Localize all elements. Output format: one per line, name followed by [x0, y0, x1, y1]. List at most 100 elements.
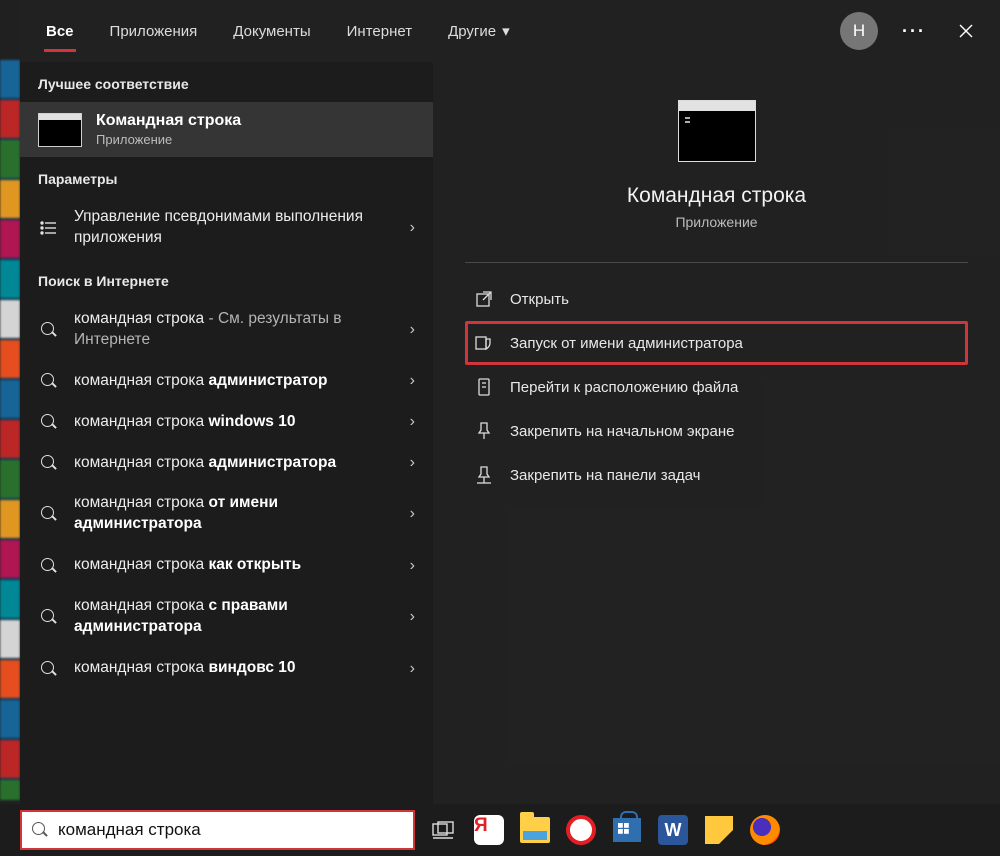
avatar-initial: Н — [853, 21, 865, 41]
taskbar-search[interactable] — [20, 810, 415, 850]
suggestion-plain: командная строка — [74, 310, 204, 327]
tab-internet[interactable]: Интернет — [329, 0, 430, 62]
suggestion-bold: windows 10 — [208, 413, 295, 430]
firefox-icon — [750, 815, 780, 845]
chevron-right-icon: › — [406, 660, 419, 678]
search-icon — [38, 558, 60, 574]
user-avatar[interactable]: Н — [840, 12, 878, 50]
suggestion-bold: администратора — [208, 454, 336, 471]
cmd-icon-large — [678, 100, 756, 162]
close-icon — [958, 23, 974, 39]
chevron-right-icon: › — [406, 608, 419, 626]
best-match-item[interactable]: Командная строка Приложение — [20, 102, 433, 157]
taskbar-app-yandex-browser[interactable] — [563, 812, 599, 848]
web-suggestion-text: командная строка - См. результаты в Инте… — [74, 309, 392, 351]
preview-subtitle: Приложение — [675, 214, 757, 230]
web-suggestion-text: командная строка с правами администратор… — [74, 596, 392, 638]
chevron-right-icon: › — [406, 372, 419, 390]
action-pin-task[interactable]: Закрепить на панели задач — [465, 453, 968, 497]
chevron-right-icon: › — [406, 219, 419, 237]
section-best-match: Лучшее соответствие — [20, 62, 433, 102]
task-view-icon — [432, 821, 454, 839]
suggestion-bold: администратор — [208, 372, 327, 389]
tab-label: Приложения — [110, 23, 198, 40]
chevron-right-icon: › — [406, 505, 419, 523]
taskbar-app-word[interactable]: W — [655, 812, 691, 848]
yandex-icon: Я — [474, 815, 504, 845]
suggestion-bold: как открыть — [208, 556, 301, 573]
search-icon — [38, 455, 60, 471]
best-match-subtitle: Приложение — [96, 132, 241, 147]
web-suggestion[interactable]: командная строка - См. результаты в Инте… — [20, 299, 433, 361]
open-icon — [474, 289, 494, 309]
web-suggestion[interactable]: командная строка виндовс 10 › — [20, 648, 433, 689]
tab-more[interactable]: Другие ▾ — [430, 0, 528, 62]
web-suggestion-text: командная строка виндовс 10 — [74, 658, 392, 679]
action-shield[interactable]: Запуск от имени администратора — [465, 321, 968, 365]
chevron-right-icon: › — [406, 413, 419, 431]
chevron-right-icon: › — [406, 557, 419, 575]
tab-label: Интернет — [347, 23, 412, 40]
taskbar: Я W — [0, 804, 1000, 856]
taskbar-app-explorer[interactable] — [517, 812, 553, 848]
search-icon — [38, 322, 60, 338]
explorer-icon — [520, 817, 550, 843]
web-suggestion[interactable]: командная строка от имени администратора… — [20, 483, 433, 545]
action-label: Закрепить на начальном экране — [510, 423, 734, 440]
web-suggestion[interactable]: командная строка с правами администратор… — [20, 586, 433, 648]
action-label: Запуск от имени администратора — [510, 335, 743, 352]
web-suggestion-text: командная строка администратора — [74, 453, 392, 474]
web-suggestion-text: командная строка от имени администратора — [74, 493, 392, 535]
taskbar-app-firefox[interactable] — [747, 812, 783, 848]
chevron-down-icon: ▾ — [502, 22, 510, 40]
taskbar-app-store[interactable] — [609, 812, 645, 848]
taskbar-app-sticky-notes[interactable] — [701, 812, 737, 848]
search-input[interactable] — [58, 820, 403, 840]
suggestion-plain: командная строка — [74, 659, 208, 676]
more-options-button[interactable]: ··· — [888, 0, 940, 62]
pin-start-icon — [474, 421, 494, 441]
shield-icon — [474, 333, 494, 353]
web-suggestion[interactable]: командная строка как открыть › — [20, 545, 433, 586]
preview-title: Командная строка — [627, 184, 806, 208]
tab-documents[interactable]: Документы — [215, 0, 328, 62]
store-icon — [613, 818, 641, 842]
suggestion-plain: командная строка — [74, 413, 208, 430]
action-label: Закрепить на панели задач — [510, 467, 701, 484]
close-button[interactable] — [940, 0, 992, 62]
suggestion-bold: виндовс 10 — [208, 659, 295, 676]
pin-task-icon — [474, 465, 494, 485]
preview-column: Командная строка Приложение Открыть Запус… — [433, 62, 1000, 804]
settings-item-app-aliases[interactable]: Управление псевдонимами выполнения прило… — [20, 197, 433, 259]
search-icon — [32, 822, 48, 838]
yandex-browser-icon — [566, 815, 596, 845]
task-view-button[interactable] — [425, 812, 461, 848]
tab-label: Документы — [233, 23, 310, 40]
search-icon — [38, 506, 60, 522]
preview-hero: Командная строка Приложение — [465, 90, 968, 254]
word-icon: W — [658, 815, 688, 845]
web-suggestion-text: командная строка как открыть — [74, 555, 392, 576]
search-icon — [38, 661, 60, 677]
taskbar-app-yandex-search[interactable]: Я — [471, 812, 507, 848]
action-location[interactable]: Перейти к расположению файла — [465, 365, 968, 409]
list-icon — [38, 218, 60, 238]
suggestion-plain: командная строка — [74, 556, 208, 573]
web-suggestion[interactable]: командная строка администратор› — [20, 361, 433, 402]
web-suggestion[interactable]: командная строка windows 10 › — [20, 402, 433, 443]
suggestion-plain: командная строка — [74, 494, 208, 511]
suggestion-plain: командная строка — [74, 454, 208, 471]
desktop-icons-sliver — [0, 60, 20, 800]
tab-apps[interactable]: Приложения — [92, 0, 216, 62]
best-match-title: Командная строка — [96, 112, 241, 130]
filter-tabs: Все Приложения Документы Интернет Другие… — [20, 0, 1000, 62]
search-icon — [38, 373, 60, 389]
tab-all[interactable]: Все — [28, 0, 92, 62]
divider — [465, 262, 968, 263]
start-search-panel: Все Приложения Документы Интернет Другие… — [20, 0, 1000, 804]
action-open[interactable]: Открыть — [465, 277, 968, 321]
chevron-right-icon: › — [406, 321, 419, 339]
results-column: Лучшее соответствие Командная строка При… — [20, 62, 433, 804]
web-suggestion[interactable]: командная строка администратора› — [20, 443, 433, 484]
action-pin-start[interactable]: Закрепить на начальном экране — [465, 409, 968, 453]
